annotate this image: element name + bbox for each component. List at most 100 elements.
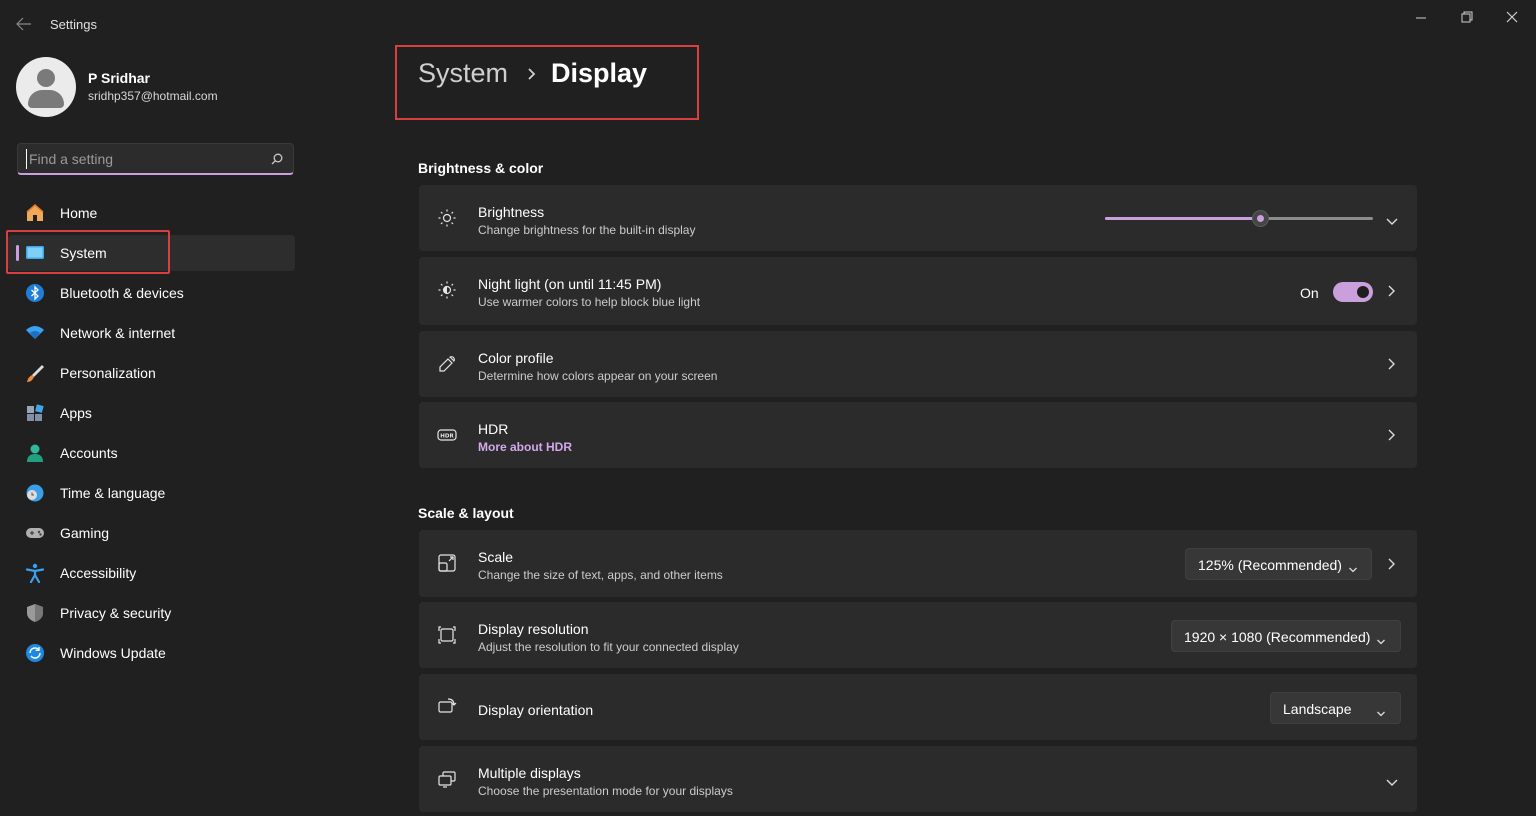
brightness-subtitle: Change brightness for the built-in displ… xyxy=(478,223,696,237)
sidebar-item-home[interactable]: Home xyxy=(8,195,295,231)
sidebar-item-personalization[interactable]: Personalization xyxy=(8,355,295,391)
section-title-brightness-color: Brightness & color xyxy=(418,160,544,176)
search-input[interactable] xyxy=(26,149,256,169)
sidebar-item-label: Accounts xyxy=(60,445,118,461)
chevron-right-icon[interactable] xyxy=(1386,557,1396,571)
chevron-down-icon[interactable] xyxy=(1385,775,1399,786)
title-bar: Settings xyxy=(0,0,1536,48)
color-profile-subtitle: Determine how colors appear on your scre… xyxy=(478,369,718,383)
orientation-icon xyxy=(437,697,457,717)
display-resolution-card[interactable]: Display resolution Adjust the resolution… xyxy=(419,602,1417,668)
scale-card[interactable]: Scale Change the size of text, apps, and… xyxy=(419,530,1417,597)
brightness-slider[interactable] xyxy=(1105,210,1373,227)
night-light-state: On xyxy=(1300,285,1319,301)
sidebar-item-privacy[interactable]: Privacy & security xyxy=(8,595,295,631)
avatar[interactable] xyxy=(16,57,76,117)
brightness-title: Brightness xyxy=(478,204,545,220)
multiple-displays-subtitle: Choose the presentation mode for your di… xyxy=(478,784,733,798)
back-arrow-icon[interactable] xyxy=(13,14,35,34)
bluetooth-icon xyxy=(25,283,45,303)
multiple-displays-card[interactable]: Multiple displays Choose the presentatio… xyxy=(419,746,1417,812)
night-light-icon xyxy=(437,280,457,300)
brightness-slider-thumb[interactable] xyxy=(1252,210,1270,227)
globe-clock-icon xyxy=(25,483,45,503)
sidebar-item-label: Personalization xyxy=(60,365,156,381)
chevron-right-icon[interactable] xyxy=(1386,284,1396,298)
highlight-box-system xyxy=(6,230,170,274)
sidebar-item-label: Network & internet xyxy=(60,325,176,341)
chevron-down-icon xyxy=(1376,633,1386,645)
sidebar-item-label: Windows Update xyxy=(60,645,166,661)
sidebar-item-apps[interactable]: Apps xyxy=(8,395,295,431)
wifi-icon xyxy=(25,323,45,343)
night-light-subtitle: Use warmer colors to help block blue lig… xyxy=(478,295,701,309)
chevron-down-icon[interactable] xyxy=(1385,214,1399,225)
multiple-displays-title: Multiple displays xyxy=(478,765,581,781)
sidebar-item-label: Time & language xyxy=(60,485,166,501)
orientation-dropdown[interactable]: Landscape xyxy=(1270,692,1401,724)
resolution-dropdown[interactable]: 1920 × 1080 (Recommended) xyxy=(1171,620,1401,652)
home-icon xyxy=(25,203,45,223)
sidebar-item-label: Apps xyxy=(60,405,92,421)
update-icon xyxy=(25,643,45,663)
restore-button[interactable] xyxy=(1450,6,1484,28)
sidebar: P Sridhar sridhp357@hotmail.com Home Sys… xyxy=(0,48,320,816)
orientation-dropdown-value: Landscape xyxy=(1283,701,1352,717)
brightness-card[interactable]: Brightness Change brightness for the bui… xyxy=(419,185,1417,251)
toggle-knob xyxy=(1357,286,1369,298)
sidebar-item-label: Accessibility xyxy=(60,565,137,581)
night-light-toggle[interactable] xyxy=(1333,282,1373,302)
search-box[interactable] xyxy=(17,143,294,175)
sidebar-item-accessibility[interactable]: Accessibility xyxy=(8,555,295,591)
chevron-down-icon xyxy=(1348,561,1358,573)
sidebar-item-time-language[interactable]: Time & language xyxy=(8,475,295,511)
chevron-right-icon[interactable] xyxy=(1386,357,1396,371)
sidebar-item-label: Privacy & security xyxy=(60,605,172,621)
user-name: P Sridhar xyxy=(88,70,150,86)
color-profile-title: Color profile xyxy=(478,350,554,366)
breadcrumb-parent[interactable]: System xyxy=(418,58,508,89)
sidebar-item-gaming[interactable]: Gaming xyxy=(8,515,295,551)
sidebar-item-bluetooth[interactable]: Bluetooth & devices xyxy=(8,275,295,311)
chevron-down-icon xyxy=(1376,705,1386,717)
scale-dropdown-value: 125% (Recommended) xyxy=(1198,557,1342,573)
shield-icon xyxy=(25,603,45,623)
search-icon[interactable] xyxy=(270,152,284,166)
hdr-more-link[interactable]: More about HDR xyxy=(478,440,572,454)
scale-title: Scale xyxy=(478,549,514,565)
sidebar-item-label: Gaming xyxy=(60,525,110,541)
night-light-card[interactable]: Night light (on until 11:45 PM) Use warm… xyxy=(419,257,1417,325)
sun-icon xyxy=(437,208,457,228)
night-light-title: Night light (on until 11:45 PM) xyxy=(478,276,662,292)
svg-text:HDR: HDR xyxy=(440,433,454,439)
user-email: sridhp357@hotmail.com xyxy=(88,89,218,103)
scale-subtitle: Change the size of text, apps, and other… xyxy=(478,568,723,582)
breadcrumb-chevron-icon xyxy=(525,66,537,82)
eyedropper-icon xyxy=(437,354,457,374)
sidebar-item-label: Home xyxy=(60,205,98,221)
color-profile-card[interactable]: Color profile Determine how colors appea… xyxy=(419,331,1417,397)
chevron-right-icon[interactable] xyxy=(1386,428,1396,442)
close-button[interactable] xyxy=(1495,6,1529,28)
brightness-slider-fill xyxy=(1105,217,1261,220)
hdr-card[interactable]: HDR HDR More about HDR xyxy=(419,402,1417,468)
section-title-scale-layout: Scale & layout xyxy=(418,505,514,521)
hdr-title: HDR xyxy=(478,421,509,437)
page-title: Display xyxy=(551,58,648,88)
gamepad-icon xyxy=(25,523,45,543)
brush-icon xyxy=(25,363,45,383)
display-resolution-subtitle: Adjust the resolution to fit your connec… xyxy=(478,640,739,654)
minimize-button[interactable] xyxy=(1404,6,1438,28)
sidebar-item-label: Bluetooth & devices xyxy=(60,285,184,301)
accessibility-icon xyxy=(25,563,45,584)
resolution-icon xyxy=(437,625,457,645)
display-orientation-card[interactable]: Display orientation Landscape xyxy=(419,674,1417,740)
sidebar-item-network[interactable]: Network & internet xyxy=(8,315,295,351)
sidebar-item-accounts[interactable]: Accounts xyxy=(8,435,295,471)
resolution-dropdown-value: 1920 × 1080 (Recommended) xyxy=(1184,629,1371,645)
apps-icon xyxy=(25,403,45,423)
multiple-displays-icon xyxy=(437,769,457,789)
sidebar-item-windows-update[interactable]: Windows Update xyxy=(8,635,295,671)
scale-dropdown[interactable]: 125% (Recommended) xyxy=(1185,548,1372,580)
hdr-icon: HDR xyxy=(437,425,457,445)
